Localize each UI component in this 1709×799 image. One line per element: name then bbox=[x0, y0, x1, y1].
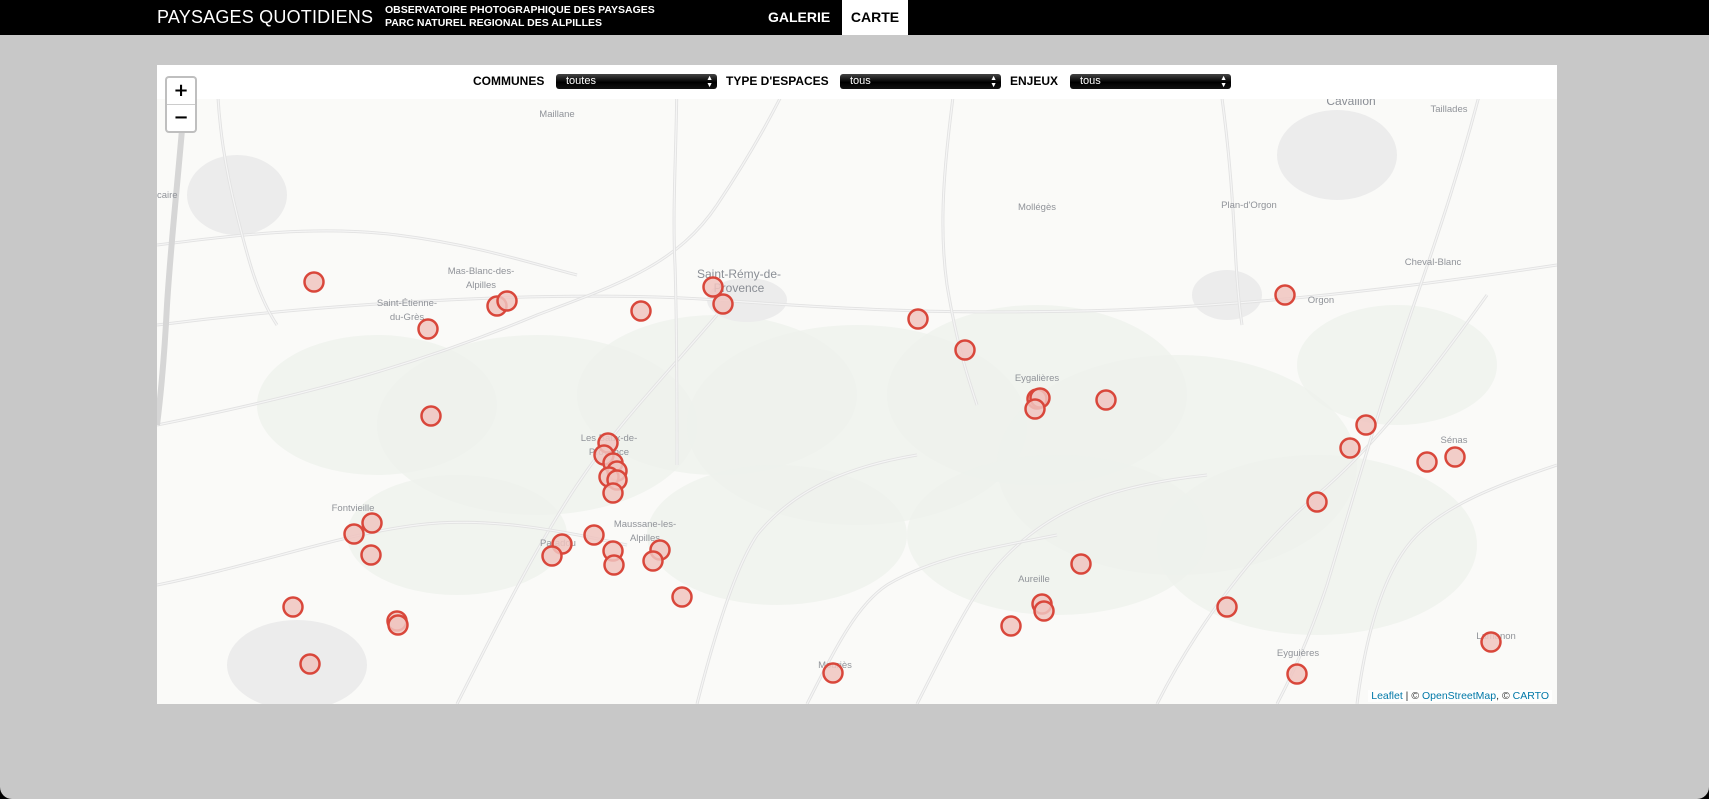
map-marker[interactable] bbox=[1216, 596, 1238, 618]
map-canvas[interactable]: MaillaneCavaillonTailladescaireMollégès P… bbox=[157, 65, 1557, 704]
leaflet-link[interactable]: Leaflet bbox=[1371, 690, 1403, 702]
place-label: Taillades bbox=[1431, 104, 1468, 115]
map-marker[interactable] bbox=[822, 662, 844, 684]
site-subtitle: OBSERVATOIRE PHOTOGRAPHIQUE DES PAYSAGES… bbox=[385, 4, 655, 30]
carto-link[interactable]: CARTO bbox=[1513, 690, 1549, 702]
map-marker[interactable] bbox=[496, 290, 518, 312]
map-marker[interactable] bbox=[1416, 451, 1438, 473]
map-marker[interactable] bbox=[1444, 446, 1466, 468]
map-marker[interactable] bbox=[420, 405, 442, 427]
place-label: Alpilles bbox=[466, 280, 496, 291]
map-marker[interactable] bbox=[361, 512, 383, 534]
place-label: Eygalières bbox=[1015, 373, 1060, 384]
map-marker[interactable] bbox=[1274, 284, 1296, 306]
map-marker[interactable] bbox=[1095, 389, 1117, 411]
place-label: Maillane bbox=[539, 109, 574, 120]
zoom-control: + − bbox=[165, 76, 197, 133]
map-marker[interactable] bbox=[1480, 631, 1502, 653]
attribution-separator: | © bbox=[1402, 690, 1422, 702]
site-title[interactable]: PAYSAGES QUOTIDIENS bbox=[157, 7, 373, 28]
place-label: Maussane-les- bbox=[614, 519, 676, 530]
map-marker[interactable] bbox=[303, 271, 325, 293]
map-marker[interactable] bbox=[1024, 398, 1046, 420]
map-marker[interactable] bbox=[387, 614, 409, 636]
urban-area bbox=[1277, 110, 1397, 200]
place-label: caire bbox=[157, 190, 178, 201]
select-arrows-icon: ▲ ▼ bbox=[1220, 75, 1227, 89]
map-marker[interactable] bbox=[702, 276, 724, 298]
map-marker[interactable] bbox=[1339, 437, 1361, 459]
page-background: Maillane Cavaillon Taillades caire Mollégès P… bbox=[0, 35, 1709, 799]
map-terrain bbox=[187, 110, 1497, 704]
map-marker[interactable] bbox=[642, 550, 664, 572]
urban-area bbox=[227, 620, 367, 704]
map-marker[interactable] bbox=[671, 586, 693, 608]
urban-area bbox=[187, 155, 287, 235]
place-label: Orgon bbox=[1308, 295, 1334, 306]
filter-type-espaces-select[interactable]: tous ▲ ▼ bbox=[840, 74, 1001, 89]
zoom-in-button[interactable]: + bbox=[167, 78, 195, 105]
map-container[interactable]: Maillane Cavaillon Taillades caire Mollégès P… bbox=[157, 65, 1557, 704]
subtitle-line-2: PARC NATUREL REGIONAL DES ALPILLES bbox=[385, 17, 603, 29]
filter-communes-select[interactable]: toutes ▲ ▼ bbox=[556, 74, 717, 89]
filter-type-espaces-label: TYPE D'ESPACES bbox=[726, 74, 829, 88]
zoom-out-button[interactable]: − bbox=[167, 105, 195, 131]
map-marker[interactable] bbox=[712, 293, 734, 315]
map-marker[interactable] bbox=[299, 653, 321, 675]
filter-type-espaces-value: tous bbox=[850, 75, 871, 87]
filter-enjeux-value: tous bbox=[1080, 75, 1101, 87]
place-label: Plan-d'Orgon bbox=[1221, 200, 1277, 211]
top-bar: PAYSAGES QUOTIDIENS OBSERVATOIRE PHOTOGR… bbox=[0, 0, 1709, 35]
map-marker[interactable] bbox=[630, 300, 652, 322]
map-marker[interactable] bbox=[583, 524, 605, 546]
place-label: Mollégès bbox=[1018, 202, 1056, 213]
filter-communes-value: toutes bbox=[566, 75, 596, 87]
map-marker[interactable] bbox=[603, 554, 625, 576]
filter-bar: COMMUNES toutes ▲ ▼ TYPE D'ESPACES tous ▲… bbox=[157, 65, 1557, 99]
map-marker[interactable] bbox=[954, 339, 976, 361]
select-arrows-icon: ▲ ▼ bbox=[990, 75, 997, 89]
place-label: du-Grès bbox=[390, 312, 425, 323]
place-label: Cheval-Blanc bbox=[1405, 257, 1462, 268]
map-attribution: Leaflet | © OpenStreetMap, © CARTO bbox=[1368, 690, 1552, 702]
map-marker[interactable] bbox=[282, 596, 304, 618]
urban-area bbox=[1192, 270, 1262, 320]
terrain-area bbox=[647, 465, 907, 605]
map-marker[interactable] bbox=[343, 523, 365, 545]
map-marker[interactable] bbox=[1000, 615, 1022, 637]
place-label: Aureille bbox=[1018, 574, 1050, 585]
nav-carte[interactable]: CARTE bbox=[842, 0, 908, 35]
map-marker[interactable] bbox=[1033, 600, 1055, 622]
filter-enjeux-select[interactable]: tous ▲ ▼ bbox=[1070, 74, 1231, 89]
place-label: Eyguières bbox=[1277, 648, 1319, 659]
nav-galerie[interactable]: GALERIE bbox=[757, 0, 841, 35]
filter-communes-label: COMMUNES bbox=[473, 74, 545, 88]
map-marker[interactable] bbox=[1306, 491, 1328, 513]
map-marker[interactable] bbox=[1070, 553, 1092, 575]
place-label: Fontvieille bbox=[332, 503, 375, 514]
select-arrows-icon: ▲ ▼ bbox=[706, 75, 713, 89]
map-marker[interactable] bbox=[1355, 414, 1377, 436]
place-label: Sénas bbox=[1441, 435, 1468, 446]
map-marker[interactable] bbox=[602, 482, 624, 504]
filter-enjeux-label: ENJEUX bbox=[1010, 74, 1059, 88]
map-marker[interactable] bbox=[417, 318, 439, 340]
attribution-separator: , © bbox=[1496, 690, 1513, 702]
map-marker[interactable] bbox=[907, 308, 929, 330]
map-marker[interactable] bbox=[360, 544, 382, 566]
openstreetmap-link[interactable]: OpenStreetMap bbox=[1422, 690, 1496, 702]
map-marker[interactable] bbox=[541, 545, 563, 567]
map-marker[interactable] bbox=[1286, 663, 1308, 685]
place-label: Mas-Blanc-des- bbox=[448, 266, 515, 277]
subtitle-line-1: OBSERVATOIRE PHOTOGRAPHIQUE DES PAYSAGES bbox=[385, 4, 655, 16]
place-label: Saint-Étienne- bbox=[377, 298, 437, 309]
terrain-area bbox=[347, 475, 567, 595]
